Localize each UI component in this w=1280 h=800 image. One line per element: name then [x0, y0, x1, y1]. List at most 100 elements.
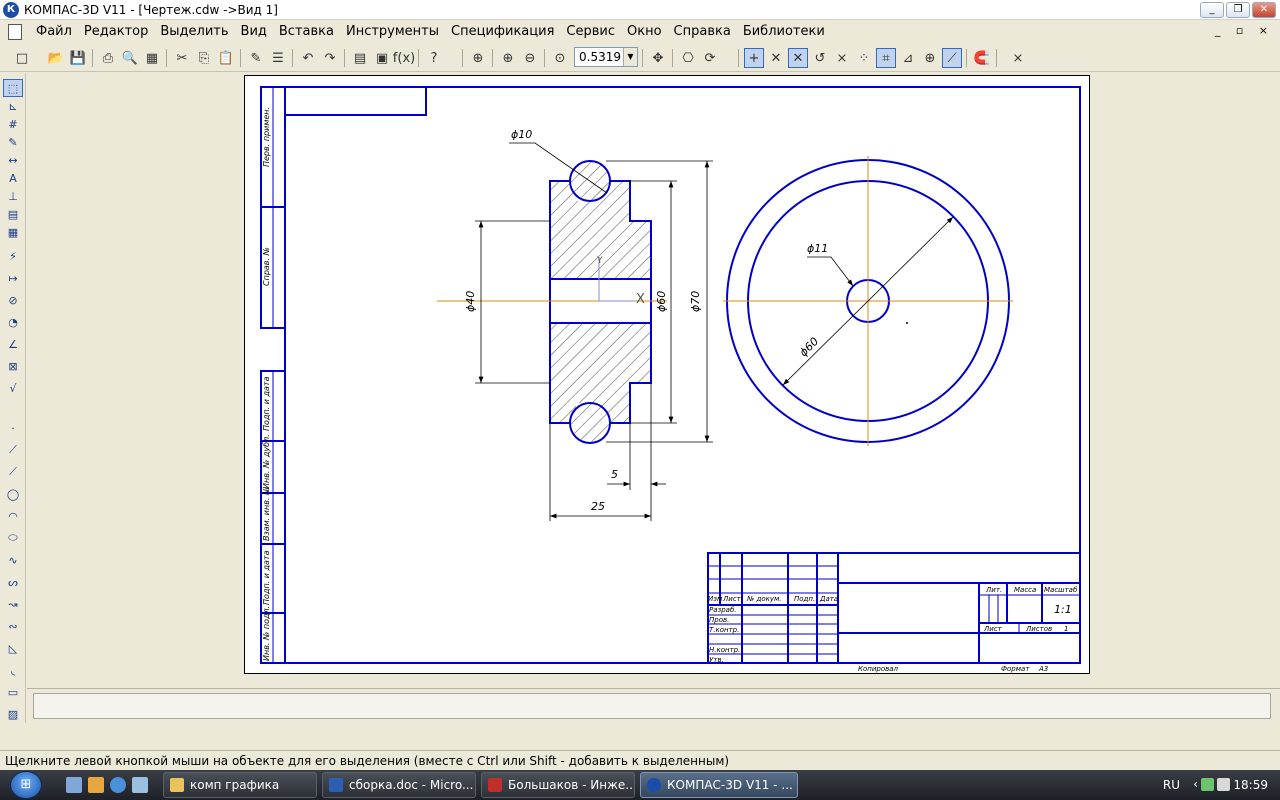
- variables-icon[interactable]: ▣: [372, 48, 392, 68]
- menu-select[interactable]: Выделить: [154, 24, 234, 39]
- print-icon[interactable]: ⎙: [98, 48, 118, 68]
- arc-icon[interactable]: ◠: [3, 507, 23, 525]
- print-preview-icon[interactable]: 🔍: [120, 48, 140, 68]
- paste-icon[interactable]: 📋: [216, 48, 236, 68]
- help-cursor-icon[interactable]: ?: [424, 48, 444, 68]
- magnet-icon[interactable]: 🧲: [972, 48, 992, 68]
- select-icon[interactable]: ▦: [3, 223, 23, 241]
- point-icon[interactable]: ·: [3, 419, 23, 437]
- mdi-window-controls[interactable]: _ ▫ ×: [1215, 24, 1274, 37]
- spline-icon[interactable]: ↝: [3, 595, 23, 613]
- hatch-fill-icon[interactable]: ▨: [3, 705, 23, 723]
- snap-ortho-icon[interactable]: ⊿: [898, 48, 918, 68]
- linear-dimension-icon[interactable]: ↦: [3, 269, 23, 287]
- ellipse-icon[interactable]: ⬭: [3, 529, 23, 547]
- network-icon[interactable]: [1201, 778, 1214, 791]
- function-fx-icon[interactable]: f(x): [393, 48, 415, 68]
- refresh-view-icon[interactable]: ⟳: [700, 48, 720, 68]
- auto-line-icon[interactable]: ⚡: [3, 247, 23, 265]
- save-icon[interactable]: 💾: [68, 48, 88, 68]
- bezier-icon[interactable]: ∾: [3, 617, 23, 635]
- chamfer-icon[interactable]: ◺: [3, 639, 23, 657]
- internet-explorer-icon[interactable]: [110, 777, 126, 793]
- select-pointer-icon[interactable]: ⬚: [3, 79, 23, 97]
- show-all-icon[interactable]: ⎔: [678, 48, 698, 68]
- zoom-select[interactable]: 0.5319 ▼: [574, 47, 638, 67]
- diameter-dimension-icon[interactable]: ⊘: [3, 291, 23, 309]
- edit-icon[interactable]: ✎: [3, 133, 23, 151]
- breakline-dimension-icon[interactable]: ⊠: [3, 357, 23, 375]
- properties-brush-icon[interactable]: ✎: [246, 48, 266, 68]
- volume-icon[interactable]: [1217, 778, 1230, 791]
- aux-line-icon[interactable]: ⟋: [3, 441, 23, 459]
- menu-libraries[interactable]: Библиотеки: [737, 24, 831, 39]
- angular-dimension-icon[interactable]: ∠: [3, 335, 23, 353]
- cut-icon[interactable]: ✂: [172, 48, 192, 68]
- minimize-button[interactable]: _: [1200, 2, 1224, 18]
- show-desktop-icon[interactable]: [66, 777, 82, 793]
- snap-grid-points-icon[interactable]: ⁘: [854, 48, 874, 68]
- dimensions-icon[interactable]: ↔: [3, 151, 23, 169]
- rectangle-icon[interactable]: ▭: [3, 683, 23, 701]
- snap-grid-icon[interactable]: +: [744, 48, 764, 68]
- menu-help[interactable]: Справка: [668, 24, 737, 39]
- document-manager-icon[interactable]: ▦: [142, 48, 162, 68]
- snap-nearest-icon[interactable]: ✕: [766, 48, 786, 68]
- circle-icon[interactable]: ◯: [3, 485, 23, 503]
- restore-button[interactable]: ❐: [1226, 2, 1250, 18]
- zoom-scale-icon[interactable]: ⊙: [550, 48, 570, 68]
- properties-panel-field[interactable]: [33, 693, 1271, 719]
- menu-insert[interactable]: Вставка: [273, 24, 340, 39]
- geometry-icon[interactable]: ⊾: [3, 97, 23, 115]
- snap-angle-icon[interactable]: ⨯: [832, 48, 852, 68]
- zoom-in-icon[interactable]: ⊕: [498, 48, 518, 68]
- measure-icon[interactable]: ▤: [3, 205, 23, 223]
- menu-service[interactable]: Сервис: [560, 24, 621, 39]
- snap-intersection-icon[interactable]: ✕: [788, 48, 808, 68]
- task-komp-grafika[interactable]: комп графика: [163, 772, 317, 798]
- menu-file[interactable]: Файл: [30, 24, 78, 39]
- parametrization-icon[interactable]: ⊥: [3, 187, 23, 205]
- copy-icon[interactable]: ⎘: [194, 48, 214, 68]
- text-notation-icon[interactable]: A: [3, 169, 23, 187]
- menu-tools[interactable]: Инструменты: [340, 24, 445, 39]
- redo-icon[interactable]: ↷: [320, 48, 340, 68]
- snap-alignment-icon[interactable]: ⌗: [876, 48, 896, 68]
- list-properties-icon[interactable]: ☰: [268, 48, 288, 68]
- menu-view[interactable]: Вид: [235, 24, 273, 39]
- zoom-out-icon[interactable]: ⊖: [520, 48, 540, 68]
- local-cs-icon[interactable]: ⨯: [1008, 48, 1028, 68]
- new-document-icon[interactable]: □: [12, 48, 32, 68]
- snap-point-on-curve-icon[interactable]: ↺: [810, 48, 830, 68]
- clock[interactable]: 18:59: [1233, 778, 1268, 792]
- menu-specification[interactable]: Спецификация: [445, 24, 560, 39]
- snap-tangent-icon[interactable]: ⟋: [942, 48, 962, 68]
- language-indicator[interactable]: RU: [1163, 778, 1180, 792]
- show-hidden-icons-chevron-icon[interactable]: ‹: [1193, 777, 1198, 791]
- task-bolshakov-pdf[interactable]: Большаков - Инже...: [481, 772, 635, 798]
- start-button[interactable]: ⊞: [2, 770, 50, 800]
- task-sborka-doc[interactable]: сборка.doc - Micro...: [322, 772, 476, 798]
- task-kompas[interactable]: КОМПАС-3D V11 - ...: [640, 772, 798, 798]
- quicklaunch-app-icon[interactable]: [132, 777, 148, 793]
- media-player-icon[interactable]: [88, 777, 104, 793]
- manager-icon[interactable]: ▤: [350, 48, 370, 68]
- menu-edit[interactable]: Редактор: [78, 24, 154, 39]
- document-icon[interactable]: [8, 24, 22, 40]
- continuous-input-icon[interactable]: ∿: [3, 551, 23, 569]
- open-folder-icon[interactable]: 📂: [46, 48, 66, 68]
- zoom-window-icon[interactable]: ⊕: [468, 48, 488, 68]
- snap-center-icon[interactable]: ⊕: [920, 48, 940, 68]
- pan-move-icon[interactable]: ✥: [648, 48, 668, 68]
- hatch-icon[interactable]: #: [3, 115, 23, 133]
- polyline-icon[interactable]: ᔕ: [3, 573, 23, 591]
- menu-window[interactable]: Окно: [621, 24, 668, 39]
- undo-icon[interactable]: ↶: [298, 48, 318, 68]
- radial-dimension-icon[interactable]: ◔: [3, 313, 23, 331]
- fillet-icon[interactable]: ◟: [3, 661, 23, 679]
- chevron-down-icon[interactable]: ▼: [623, 48, 637, 66]
- roughness-icon[interactable]: √: [3, 379, 23, 397]
- segment-icon[interactable]: ⟋: [3, 463, 23, 481]
- close-button[interactable]: ✕: [1252, 2, 1276, 18]
- drawing-sheet[interactable]: Перв. примен. Справ. № Подп. и дата Инв.…: [244, 75, 1090, 674]
